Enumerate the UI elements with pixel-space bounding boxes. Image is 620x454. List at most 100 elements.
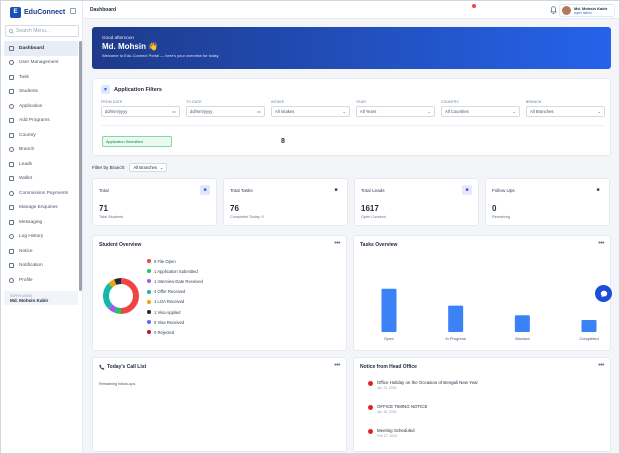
notice-item[interactable]: Office Holiday on the Occasion of Bengal… bbox=[368, 380, 478, 390]
sidebar-item-label: User Management bbox=[19, 60, 59, 66]
chart-icon: ■ bbox=[462, 185, 472, 195]
legend-dot bbox=[147, 299, 151, 304]
plus-icon bbox=[9, 118, 14, 124]
filter-label: INTAKE bbox=[271, 100, 285, 104]
filter-country: COUNTRY All Countries ⌄ bbox=[441, 100, 520, 117]
profile-menu[interactable]: Md. Mohsin Kabir super admin bbox=[559, 4, 615, 17]
panel-title: Notice from Head Office bbox=[360, 364, 417, 370]
stat-title: Follow Ups bbox=[492, 188, 515, 193]
bar-in-progress[interactable] bbox=[448, 305, 464, 332]
sidebar-item-application[interactable]: Application bbox=[4, 99, 78, 114]
select-input[interactable]: All Intakes ⌄ bbox=[271, 106, 350, 117]
bar-blocked[interactable] bbox=[514, 315, 530, 332]
sidebar-item-students[interactable]: Students bbox=[4, 85, 78, 100]
sidebar-item-leads[interactable]: Leads bbox=[4, 157, 78, 172]
branch-icon bbox=[9, 147, 14, 153]
notice-item[interactable]: OFFICE TIMING NOTICE Apr 18, 2024 bbox=[368, 404, 427, 414]
sidebar-item-label: Dashboard bbox=[19, 45, 45, 51]
sidebar-item-wallet[interactable]: Wallet bbox=[4, 172, 78, 187]
chat-button[interactable] bbox=[595, 285, 612, 302]
sidebar-item-notice[interactable]: Notice bbox=[4, 244, 78, 259]
donut-slice bbox=[108, 279, 117, 288]
student-icon bbox=[9, 89, 14, 95]
sidebar-search-input[interactable]: Search Menu... bbox=[5, 25, 79, 37]
filter-year: YEAR All Years ⌄ bbox=[356, 100, 435, 117]
sidebar: E EduConnect Search Menu... Dashboard Use… bbox=[1, 1, 83, 453]
sidebar-item-manage-enquiries[interactable]: Manage Enquiries bbox=[4, 201, 78, 216]
search-placeholder: Search Menu... bbox=[16, 28, 50, 34]
legend-dot bbox=[147, 330, 151, 335]
notice-title: OFFICE TIMING NOTICE bbox=[377, 404, 428, 409]
sidebar-item-user-management[interactable]: User Management bbox=[4, 56, 78, 71]
legend-label: 4 Offer Received bbox=[154, 289, 186, 295]
bar-open[interactable] bbox=[381, 288, 397, 332]
sidebar-item-add-programs[interactable]: Add Programs bbox=[4, 114, 78, 129]
date-input[interactable]: dd/mm/yyyy ▭ bbox=[101, 106, 180, 117]
panel-title: Today's Call List bbox=[107, 364, 147, 370]
notice-icon bbox=[368, 381, 373, 386]
legend-item: 0 Rejected bbox=[147, 327, 203, 337]
legend-label: 0 Visa Received bbox=[154, 319, 185, 325]
sidebar-item-dashboard[interactable]: Dashboard bbox=[4, 41, 78, 56]
legend-label: 8 File Open bbox=[154, 258, 176, 264]
select-input[interactable]: All Years ⌄ bbox=[356, 106, 435, 117]
legend-label: 1 Application Submitted bbox=[154, 268, 198, 274]
branch-filter-value: All Branches bbox=[133, 165, 157, 170]
wallet-icon bbox=[9, 176, 14, 182]
sidebar-collapse-icon[interactable] bbox=[70, 8, 76, 14]
stat-card[interactable]: Total ■ 71 Total Students bbox=[92, 178, 217, 226]
legend-item: 1 Application Submitted bbox=[147, 266, 203, 276]
bar-label: In Progress bbox=[445, 336, 465, 341]
branch-filter-select[interactable]: All Branches ⌄ bbox=[129, 163, 168, 172]
stat-subtitle: Completed Today: 0 bbox=[230, 215, 264, 219]
more-options-icon[interactable]: ••• bbox=[334, 362, 340, 369]
chevron-down-icon: ⌄ bbox=[597, 109, 601, 114]
sidebar-item-task[interactable]: Task bbox=[4, 70, 78, 85]
notice-date: Apr 13, 2024 bbox=[377, 386, 397, 390]
more-options-icon[interactable]: ••• bbox=[334, 240, 340, 247]
notice-item[interactable]: Meeting Scheduled Feb 27, 2024 bbox=[368, 428, 415, 438]
more-options-icon[interactable]: ••• bbox=[598, 362, 604, 369]
sidebar-item-branch[interactable]: Branch bbox=[4, 143, 78, 158]
bell-icon[interactable] bbox=[550, 6, 557, 14]
filters-header: ▼ Application Filters bbox=[101, 85, 162, 94]
filter-label: FROM DATE bbox=[101, 100, 123, 104]
sidebar-item-label: Leads bbox=[19, 161, 33, 167]
select-input[interactable]: All Countries ⌄ bbox=[441, 106, 520, 117]
legend-dot bbox=[147, 289, 151, 294]
legend-dot bbox=[147, 320, 151, 325]
enquiry-icon bbox=[9, 205, 14, 211]
sidebar-scrollbar[interactable] bbox=[79, 41, 82, 291]
stat-card[interactable]: Total Tasks ■ 76 Completed Today: 0 bbox=[223, 178, 348, 226]
app-logo[interactable]: E EduConnect bbox=[10, 6, 65, 18]
stat-card[interactable]: Total Leads ■ 1617 Open Counted bbox=[354, 178, 479, 226]
sidebar-item-notification[interactable]: Notification bbox=[4, 259, 78, 274]
bar-chart: Open In Progress Blocked Completed bbox=[381, 288, 599, 341]
notice-icon bbox=[368, 405, 373, 410]
stat-subtitle: Open Counted bbox=[361, 215, 386, 219]
sidebar-item-label: Branch bbox=[19, 147, 35, 153]
sidebar-item-profile[interactable]: Profile bbox=[4, 273, 78, 288]
eye-icon: ■ bbox=[200, 185, 210, 195]
select-input[interactable]: All Branches ⌄ bbox=[526, 106, 605, 117]
stat-card[interactable]: Follow Ups ■ 0 Remaining bbox=[485, 178, 610, 226]
date-input[interactable]: dd/mm/yyyy ▭ bbox=[186, 106, 265, 117]
status-badge[interactable]: Application Submitted bbox=[102, 136, 172, 147]
filter-label: TO DATE bbox=[186, 100, 202, 104]
hero-subtitle: Welcome to Edu-Connect Portal — here's y… bbox=[102, 53, 220, 58]
stat-value: 0 bbox=[492, 204, 497, 213]
notice-date: Apr 18, 2024 bbox=[377, 410, 397, 414]
sidebar-item-country[interactable]: Country bbox=[4, 128, 78, 143]
donut-chart bbox=[103, 278, 139, 314]
filter-label: BRANCH bbox=[526, 100, 542, 104]
bar-completed[interactable] bbox=[581, 320, 597, 332]
chevron-down-icon: ⌄ bbox=[427, 109, 431, 114]
panel-title: Student Overview bbox=[99, 242, 142, 248]
legend-label: 1 Interview Date Received bbox=[154, 278, 203, 284]
donut-slice bbox=[103, 283, 113, 309]
sidebar-item-log-history[interactable]: Log History bbox=[4, 230, 78, 245]
sidebar-user-name: Md. Mohsin Kabir bbox=[10, 297, 49, 303]
sidebar-item-commission-payments[interactable]: Commission Payments bbox=[4, 186, 78, 201]
sidebar-item-label: Add Programs bbox=[19, 118, 50, 124]
sidebar-item-messaging[interactable]: Messaging bbox=[4, 215, 78, 230]
